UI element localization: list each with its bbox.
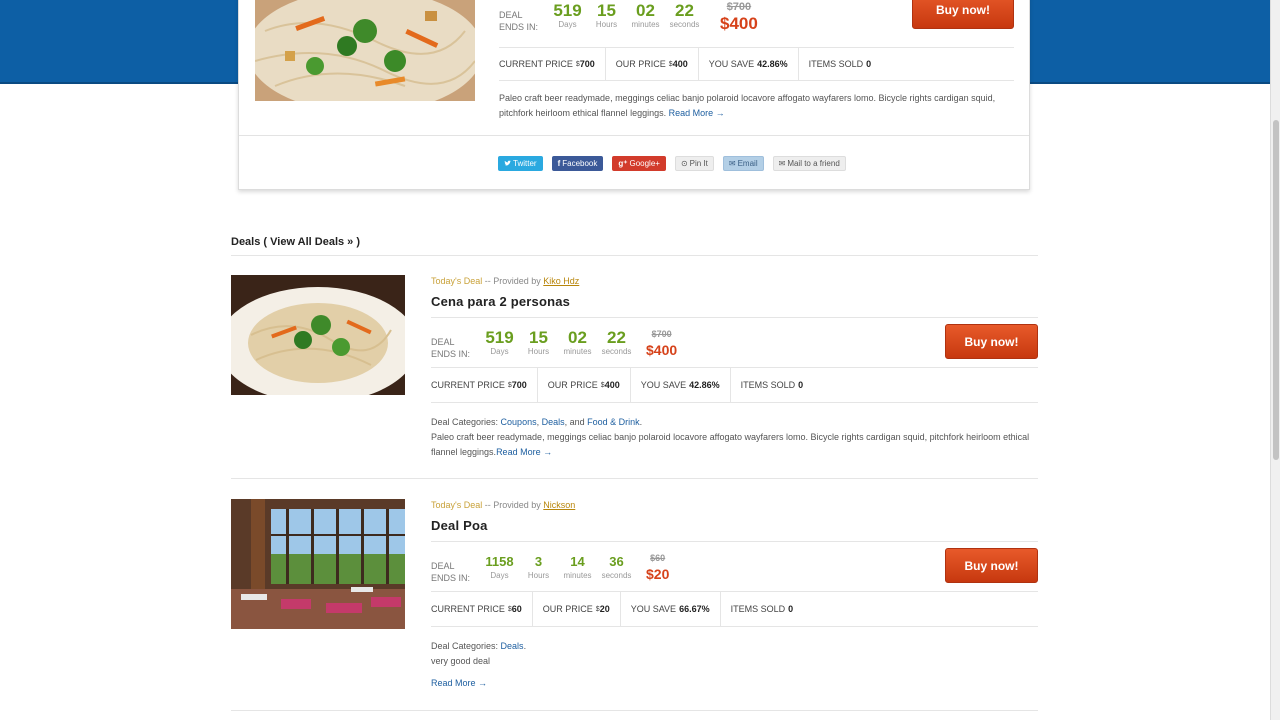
timer-hours: 15 Hours	[527, 328, 550, 356]
timer-minutes: 02 minutes	[631, 1, 660, 29]
deal-description: very good deal	[431, 656, 491, 666]
category-link-deals[interactable]: Deals	[542, 417, 565, 427]
facebook-f-icon: f	[557, 159, 561, 168]
current-price-stat: CURRENT PRICE $700	[431, 368, 538, 402]
todays-deal-label: Today's Deal	[431, 276, 483, 286]
deal-title[interactable]: Cena para 2 personas	[431, 294, 1038, 310]
deal-price-stats: CURRENT PRICE $700 OUR PRICE $400 YOU SAVE…	[499, 47, 1014, 81]
buy-now-button[interactable]: Buy now!	[945, 324, 1038, 359]
items-sold-stat: ITEMS SOLD 0	[730, 604, 794, 614]
deal-timer-row: DEAL ENDS IN: 519 Days 15 Hours 02 minutes 2…	[431, 317, 1038, 367]
share-email-button[interactable]: ✉ Email	[722, 156, 764, 171]
share-bar: Twitter f Facebook g⁺ Google+ ⊙ Pin It ✉…	[239, 135, 1029, 191]
price-box: $700 $400	[646, 328, 677, 360]
deal-price: $400	[720, 14, 758, 33]
google-plus-icon: g⁺	[618, 159, 628, 168]
category-link-food-drink[interactable]: Food & Drink	[587, 417, 640, 427]
deal-thumbnail-image[interactable]	[231, 499, 405, 629]
deal-timer-row: DEAL ENDS IN: 1158 Days 3 Hours 14 minutes 3…	[431, 541, 1038, 591]
deal-ends-label: DEAL ENDS IN:	[431, 561, 471, 583]
vertical-scrollbar[interactable]	[1270, 0, 1280, 720]
featured-deal-image[interactable]	[255, 0, 475, 101]
timer-seconds: 22 seconds	[601, 328, 632, 356]
share-google-plus-button[interactable]: g⁺ Google+	[612, 156, 666, 171]
current-price-stat: CURRENT PRICE $60	[431, 592, 533, 626]
divider	[231, 255, 1038, 256]
deal-price-stats: CURRENT PRICE $700 OUR PRICE $400 YOU SAVE…	[431, 367, 1038, 403]
category-link-coupons[interactable]: Coupons	[501, 417, 537, 427]
you-save-stat: YOU SAVE 42.86%	[699, 48, 799, 80]
pinterest-icon: ⊙	[680, 159, 688, 168]
price-box: $700 $400	[720, 1, 758, 33]
deal-categories: Deal Categories: Coupons, Deals, and Foo…	[431, 415, 1038, 460]
timer-days: 1158 Days	[485, 554, 514, 580]
read-more-link[interactable]: Read More →	[496, 447, 552, 457]
deal-description: Paleo craft beer readymade, meggings cel…	[431, 432, 1030, 457]
deal-thumbnail-image[interactable]	[231, 275, 405, 395]
original-price: $700	[726, 1, 752, 13]
buy-now-button[interactable]: Buy now!	[945, 548, 1038, 583]
deal-meta: Today's Deal -- Provided by Nickson	[431, 500, 576, 510]
deal-price: $20	[646, 566, 670, 582]
category-link-deals[interactable]: Deals	[501, 641, 524, 651]
original-price: $60	[650, 553, 666, 563]
timer-seconds: 36 seconds	[601, 554, 632, 580]
deal-price-stats: CURRENT PRICE $60 OUR PRICE $20 YOU SAVE 66…	[431, 591, 1038, 627]
provider-link[interactable]: Nickson	[543, 500, 575, 510]
deals-section-header: Deals ( View All Deals » )	[231, 236, 361, 248]
deal-ends-label: DEAL ENDS IN:	[431, 337, 471, 359]
current-price-stat: CURRENT PRICE $700	[499, 48, 606, 80]
read-more-link[interactable]: Read More →	[431, 678, 487, 688]
share-twitter-button[interactable]: Twitter	[498, 156, 543, 171]
timer-minutes: 02 minutes	[563, 328, 592, 356]
timer-hours: 3 Hours	[527, 554, 550, 580]
buy-now-button[interactable]: Buy now!	[912, 0, 1014, 29]
deal-price: $400	[646, 342, 678, 358]
timer-days: 519 Days	[553, 1, 582, 29]
deal-countdown-timer: DEAL ENDS IN: 519 Days 15 Hours 02 minutes …	[499, 1, 758, 33]
timer-days: 519 Days	[485, 328, 514, 356]
todays-deal-label: Today's Deal	[431, 500, 483, 510]
timer-hours: 15 Hours	[595, 1, 618, 29]
deal-description: Paleo craft beer readymade, meggings cel…	[499, 93, 996, 118]
deal-categories: Deal Categories: Deals. very good deal R…	[431, 639, 1038, 691]
twitter-bird-icon	[504, 160, 511, 166]
share-pin-it-button[interactable]: ⊙ Pin It	[674, 156, 714, 171]
view-all-deals-link[interactable]: View All Deals »	[270, 236, 353, 248]
you-save-stat: YOU SAVE 66.67%	[621, 592, 721, 626]
read-more-link[interactable]: Read More →	[669, 108, 725, 118]
divider	[231, 478, 1038, 479]
deal-info: Today's Deal -- Provided by Kiko Hdz Cen…	[431, 275, 1038, 457]
share-facebook-button[interactable]: f Facebook	[551, 156, 604, 171]
deal-title[interactable]: Deal Poa	[431, 518, 1038, 534]
our-price-stat: OUR PRICE $400	[606, 48, 699, 80]
items-sold-stat: ITEMS SOLD 0	[740, 380, 804, 390]
timer-seconds: 22 seconds	[669, 1, 700, 29]
scrollbar-thumb[interactable]	[1273, 120, 1279, 460]
timer-minutes: 14 minutes	[563, 554, 592, 580]
mail-to-friend-button[interactable]: ✉ Mail to a friend	[772, 156, 846, 171]
divider	[231, 710, 1038, 711]
original-price: $700	[651, 329, 672, 339]
envelope-icon: ✉	[778, 159, 786, 168]
deal-countdown-timer: DEAL ENDS IN: 519 Days 15 Hours 02 minutes 2…	[431, 328, 677, 360]
our-price-stat: OUR PRICE $20	[533, 592, 621, 626]
you-save-stat: YOU SAVE 42.86%	[631, 368, 731, 402]
price-box: $60 $20	[646, 552, 669, 584]
deal-countdown-timer: DEAL ENDS IN: 1158 Days 3 Hours 14 minutes 3…	[431, 552, 669, 584]
envelope-icon: ✉	[728, 159, 736, 168]
deal-ends-label: DEAL ENDS IN:	[499, 10, 539, 32]
items-sold-stat: ITEMS SOLD 0	[808, 59, 872, 69]
provider-link[interactable]: Kiko Hdz	[543, 276, 579, 286]
our-price-stat: OUR PRICE $400	[538, 368, 631, 402]
deal-meta: Today's Deal -- Provided by Kiko Hdz	[431, 276, 580, 286]
featured-deal-card: DEAL ENDS IN: 519 Days 15 Hours 02 minutes …	[238, 0, 1030, 190]
deal-info: Today's Deal -- Provided by Nickson Deal…	[431, 499, 1038, 688]
